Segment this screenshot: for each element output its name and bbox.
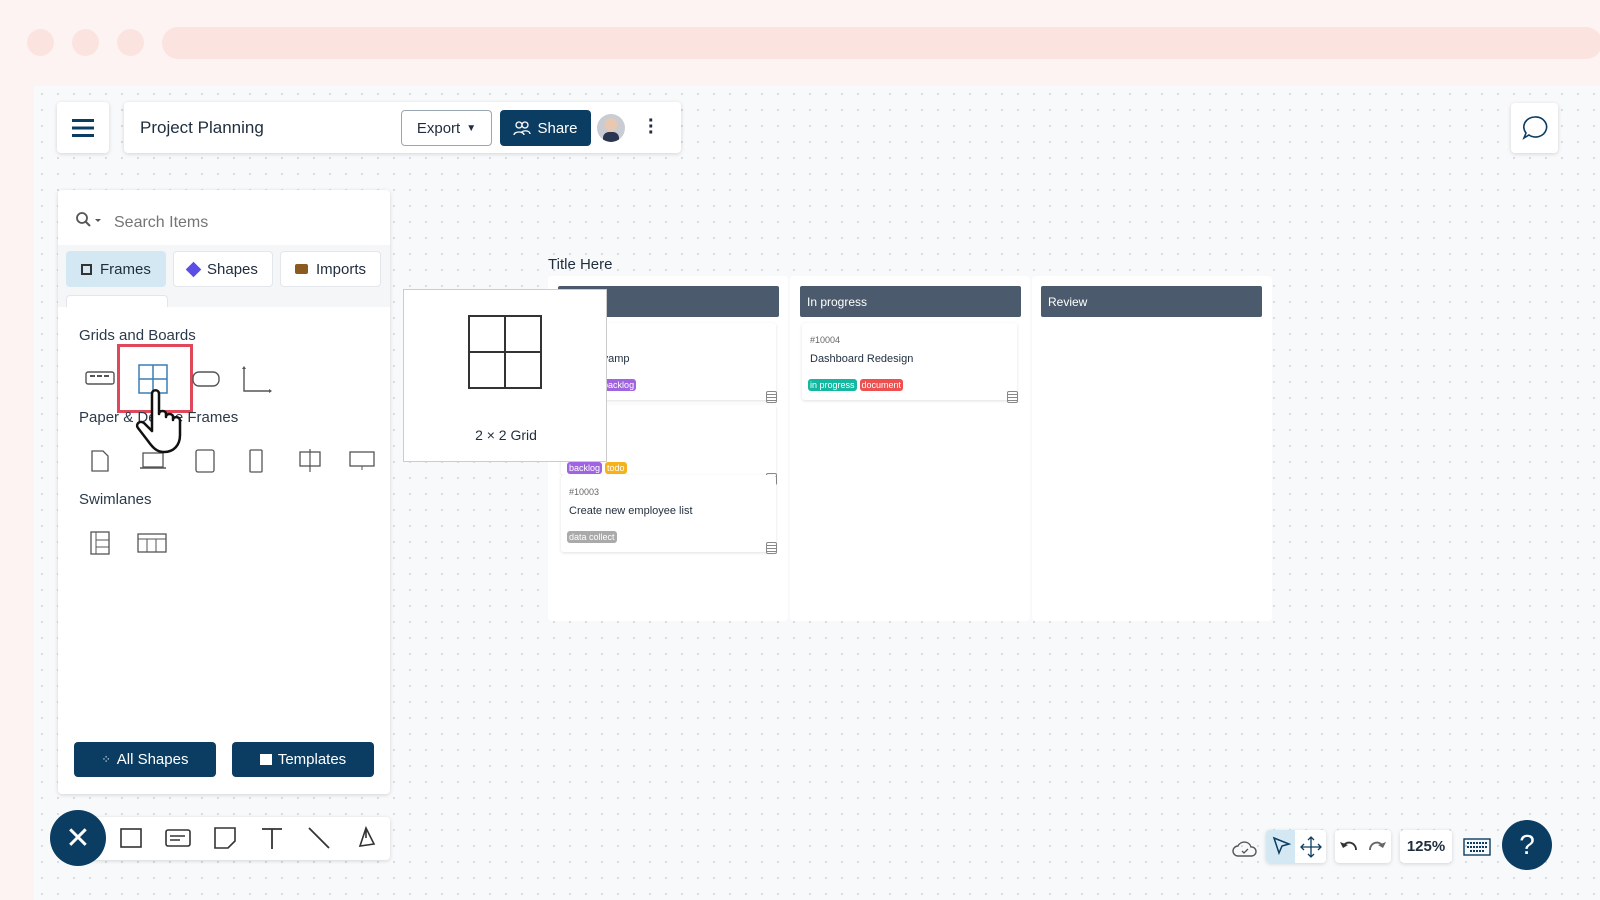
share-label: Share [537, 119, 578, 137]
search-icon[interactable] [75, 211, 105, 229]
axis-chart-icon[interactable] [240, 364, 272, 394]
tablet-icon[interactable] [195, 449, 215, 473]
tab-imports[interactable]: Imports [280, 251, 382, 287]
tab-extra[interactable] [66, 295, 168, 307]
tab-label: Shapes [207, 260, 258, 278]
task-card[interactable]: #10003 Create new employee list data col… [561, 475, 777, 554]
column-header[interactable]: Review [1041, 286, 1262, 317]
grid-dots-icon: ⁘ [101, 754, 111, 766]
vertical-swimlane-icon[interactable] [90, 531, 110, 555]
sticky-note-tool-icon[interactable] [213, 826, 237, 850]
diamond-icon [185, 261, 202, 277]
cloud-saved-icon [1232, 841, 1257, 857]
zoom-level[interactable]: 125% [1400, 830, 1452, 863]
tag: data collect [567, 531, 617, 543]
templates-button[interactable]: Templates [232, 742, 374, 777]
task-name: Create new employee list [569, 505, 693, 517]
rounded-rect-icon[interactable] [192, 371, 220, 387]
chat-bubble-icon [1521, 116, 1547, 140]
undo-icon[interactable] [1339, 838, 1359, 856]
all-shapes-button[interactable]: ⁘ All Shapes [74, 742, 216, 777]
briefcase-icon [295, 264, 308, 274]
board-column [1032, 276, 1272, 621]
horizontal-swimlane-icon[interactable] [137, 533, 167, 553]
button-label: Templates [277, 751, 347, 768]
task-name: Dashboard Redesign [810, 353, 914, 365]
window-dot [72, 29, 99, 56]
export-label: Export [416, 119, 461, 137]
tag: document [859, 379, 904, 391]
text-box-tool-icon[interactable] [165, 826, 191, 850]
document-title[interactable]: Project Planning [140, 118, 264, 138]
redo-icon[interactable] [1367, 838, 1387, 856]
export-button[interactable]: Export ▼ [401, 110, 492, 146]
paper-icon[interactable] [91, 450, 109, 472]
users-icon [513, 121, 532, 136]
line-tool-icon[interactable] [307, 826, 331, 850]
text-tool-icon[interactable] [260, 826, 284, 850]
tab-shapes[interactable]: Shapes [173, 251, 273, 287]
hand-cursor-icon [135, 389, 182, 454]
pan-move-icon[interactable] [1300, 836, 1322, 858]
database-icon[interactable] [766, 542, 777, 554]
caret-down-icon: ▼ [466, 122, 477, 134]
section-title: Grids and Boards [79, 327, 196, 344]
tooltip-label: 2 × 2 Grid [475, 427, 537, 443]
tag: in progress [808, 379, 857, 391]
monitor-icon[interactable] [349, 451, 375, 471]
task-id: #10003 [569, 487, 600, 497]
avatar[interactable] [597, 114, 625, 142]
database-icon[interactable] [1007, 391, 1018, 403]
cursor-arrow-icon [1272, 836, 1291, 856]
shape-preview-tooltip: 2 × 2 Grid [403, 289, 607, 462]
tab-frames[interactable]: Frames [66, 251, 166, 287]
close-icon[interactable]: ✕ [50, 810, 106, 866]
tab-label: Frames [100, 260, 151, 278]
tag: backlog [567, 462, 603, 474]
task-card[interactable]: #10004 Dashboard Redesign in progress doc… [802, 323, 1018, 403]
section-title: Swimlanes [79, 491, 152, 508]
share-button[interactable]: Share [500, 110, 591, 146]
pen-tool-icon[interactable] [354, 826, 378, 850]
kanban-board-icon[interactable] [85, 371, 115, 385]
button-label: All Shapes [116, 751, 189, 768]
rectangle-tool-icon[interactable] [119, 826, 143, 850]
header-bar: Project Planning Export ▼ Share · · · [124, 102, 681, 153]
comments-button[interactable] [1511, 103, 1558, 153]
grid-2x2-preview-icon [468, 315, 542, 389]
more-options-icon[interactable]: · · · [648, 111, 655, 143]
address-bar[interactable] [162, 27, 1600, 59]
tab-label: Imports [316, 260, 367, 278]
hamburger-icon [72, 118, 94, 137]
window-dot [117, 29, 144, 56]
window-dot [27, 29, 54, 56]
task-id: #10004 [810, 335, 841, 345]
keyboard-icon[interactable] [1463, 837, 1491, 857]
search-input[interactable] [114, 210, 374, 236]
presentation-icon[interactable] [297, 449, 323, 473]
board-title[interactable]: Title Here [548, 256, 612, 273]
frame-icon [81, 263, 92, 275]
phone-icon[interactable] [249, 449, 263, 473]
menu-button[interactable] [57, 102, 109, 153]
tag: todo [605, 462, 627, 474]
database-icon[interactable] [766, 391, 777, 403]
help-button[interactable]: ? [1502, 820, 1552, 870]
template-icon [259, 754, 272, 765]
column-header[interactable]: In progress [800, 286, 1021, 317]
